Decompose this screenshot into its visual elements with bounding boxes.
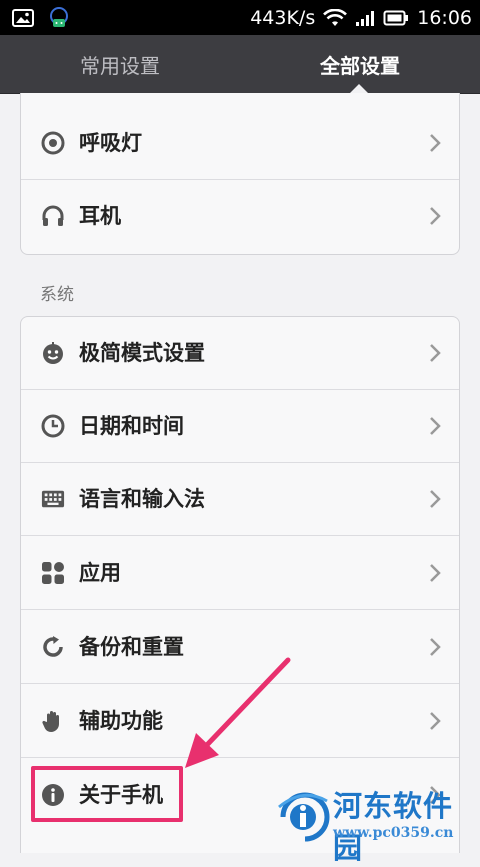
breathing-light-icon	[41, 131, 65, 155]
settings-item-accessibility[interactable]: 辅助功能	[21, 685, 459, 758]
image-icon	[12, 9, 34, 31]
headphones-icon	[41, 204, 65, 228]
settings-item-label: 备份和重置	[79, 635, 184, 659]
smiley-icon	[41, 341, 65, 365]
settings-item-label: 语言和输入法	[79, 487, 205, 511]
wifi-icon	[323, 8, 348, 27]
device-settings-group: 呼吸灯 耳机	[20, 93, 460, 255]
chevron-right-icon	[430, 417, 441, 435]
settings-item-label: 呼吸灯	[79, 131, 142, 155]
settings-item-label: 应用	[79, 561, 121, 585]
chevron-right-icon	[430, 344, 441, 362]
section-title-system: 系统	[40, 285, 74, 305]
settings-item-simple-mode[interactable]: 极简模式设置	[21, 317, 459, 390]
chevron-right-icon	[430, 712, 441, 730]
chevron-right-icon	[430, 207, 441, 225]
chevron-right-icon	[430, 564, 441, 582]
signal-icon	[355, 9, 375, 27]
watermark-logo-icon	[278, 792, 330, 842]
chevron-right-icon	[430, 134, 441, 152]
chevron-right-icon	[430, 490, 441, 508]
settings-item-label: 极简模式设置	[79, 341, 205, 365]
highlight-box	[31, 766, 183, 822]
backup-icon	[41, 635, 65, 659]
settings-item-language-input[interactable]: 语言和输入法	[21, 463, 459, 536]
settings-item-backup-reset[interactable]: 备份和重置	[21, 611, 459, 684]
settings-tabs: 常用设置 全部设置	[0, 35, 480, 94]
tab-common-settings[interactable]: 常用设置	[0, 35, 240, 93]
settings-item-date-time[interactable]: 日期和时间	[21, 390, 459, 463]
settings-item-apps[interactable]: 应用	[21, 537, 459, 610]
clock-icon	[41, 414, 65, 438]
status-bar: 443K/s 16:06	[0, 0, 480, 35]
apps-icon	[41, 561, 65, 585]
chevron-right-icon	[430, 638, 441, 656]
hand-icon	[41, 709, 65, 733]
net-speed: 443K/s	[250, 6, 316, 29]
settings-item-headphones[interactable]: 耳机	[21, 180, 459, 253]
notification-app-icon	[48, 7, 70, 33]
battery-icon	[383, 10, 409, 26]
settings-item-label: 辅助功能	[79, 709, 163, 733]
keyboard-icon	[41, 487, 65, 511]
settings-item-label: 日期和时间	[79, 414, 184, 438]
clock-time: 16:06	[417, 6, 472, 29]
watermark-url: www.pc0359.cn	[333, 825, 454, 841]
settings-item-breathing-light[interactable]: 呼吸灯	[21, 107, 459, 180]
watermark: 河东软件园 www.pc0359.cn	[275, 775, 480, 865]
settings-item-label: 耳机	[79, 204, 121, 228]
